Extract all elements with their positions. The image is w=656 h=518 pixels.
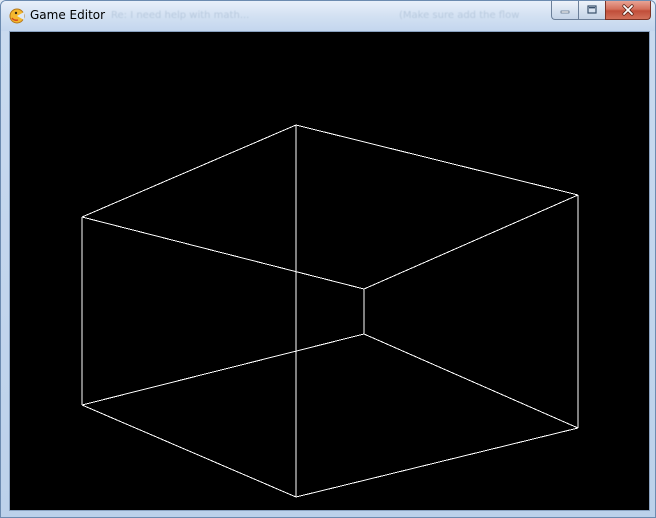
cube-edge: [363, 333, 579, 429]
caption-buttons: [551, 1, 651, 21]
cube-edge: [81, 404, 297, 498]
cube-edge: [81, 333, 365, 406]
maximize-button[interactable]: [578, 1, 605, 20]
minimize-icon: [560, 10, 570, 14]
minimize-button[interactable]: [551, 1, 578, 20]
close-icon: [622, 4, 634, 16]
cube-edge: [295, 124, 579, 196]
wireframe-cube: [81, 124, 579, 498]
game-editor-window: Re: I need help with math... (Make sure …: [0, 0, 656, 518]
window-title: Game Editor: [30, 8, 106, 22]
background-window-title-right: (Make sure add the flow: [399, 10, 520, 21]
title-bar[interactable]: Re: I need help with math... (Make sure …: [1, 1, 655, 31]
editor-canvas[interactable]: [9, 31, 650, 511]
cube-edge: [81, 216, 365, 290]
cube-edge: [363, 194, 579, 290]
cube-edge: [81, 124, 297, 218]
cube-edge: [295, 427, 579, 498]
maximize-icon: [587, 5, 597, 14]
background-window-title-left: Re: I need help with math...: [111, 10, 250, 21]
game-editor-app-icon[interactable]: [9, 8, 25, 24]
close-button[interactable]: [605, 1, 651, 20]
